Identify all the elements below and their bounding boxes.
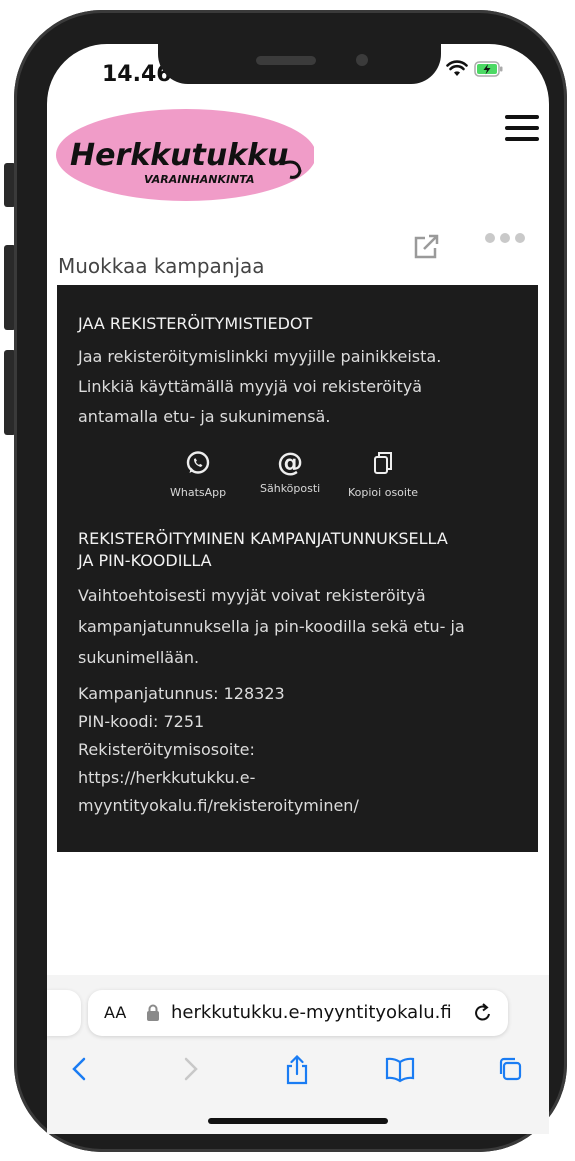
share-text-line-1: Jaa rekisteröitymislinkki myyjille paini… <box>78 347 442 366</box>
code-text-line-3: sukunimellään. <box>78 648 200 667</box>
bookmarks-icon[interactable] <box>385 1055 415 1083</box>
external-link-icon[interactable] <box>411 233 441 261</box>
previous-tab-pill[interactable] <box>47 990 81 1036</box>
reader-settings-button[interactable]: AA <box>104 1003 126 1022</box>
svg-text:Herkkutukku: Herkkutukku <box>70 138 288 173</box>
at-icon: @ <box>277 448 304 478</box>
code-text-line-2: kampanjatunnuksella ja pin-koodilla sekä… <box>78 617 465 636</box>
code-heading-line-2: JA PIN-KOODILLA <box>78 551 212 570</box>
logo-graphic: Herkkutukku VARAINHANKINTA <box>56 109 316 201</box>
speaker <box>256 56 316 65</box>
hamburger-menu-icon[interactable] <box>505 115 539 148</box>
share-text-line-2: Linkkiä käyttämällä myyjä voi rekisteröi… <box>78 377 423 396</box>
forward-icon[interactable] <box>180 1055 200 1083</box>
lock-icon <box>147 1004 159 1021</box>
email-label: Sähköposti <box>260 482 321 495</box>
more-options-icon[interactable] <box>485 233 525 243</box>
back-icon[interactable] <box>70 1055 90 1083</box>
svg-text:VARAINHANKINTA: VARAINHANKINTA <box>144 173 254 186</box>
url-text: herkkutukku.e-myyntityokalu.fi <box>171 1002 452 1023</box>
home-indicator <box>208 1118 388 1124</box>
share-text-line-3: antamalla etu- ja sukunimensä. <box>78 407 331 426</box>
copy-icon <box>374 452 393 474</box>
registration-url-line-1[interactable]: https://herkkutukku.e- <box>78 768 255 787</box>
copy-label: Kopioi osoite <box>348 486 419 499</box>
brand-logo[interactable]: Herkkutukku VARAINHANKINTA <box>56 105 316 207</box>
registration-address-label: Rekisteröitymisosoite: <box>78 740 255 759</box>
reload-icon[interactable] <box>473 1002 493 1024</box>
camera <box>356 54 368 66</box>
code-heading-line-1: REKISTERÖITYMINEN KAMPANJATUNNUKSELLA <box>78 529 448 548</box>
pin-code: PIN-koodi: 7251 <box>78 712 205 731</box>
whatsapp-label: WhatsApp <box>170 486 227 499</box>
notch <box>158 40 441 84</box>
share-icon[interactable] <box>284 1055 310 1085</box>
address-bar[interactable]: AA herkkutukku.e-myyntityokalu.fi <box>88 990 508 1036</box>
registration-url-line-2[interactable]: myyntityokalu.fi/rekisteroityminen/ <box>78 796 359 815</box>
whatsapp-icon <box>186 451 210 474</box>
registration-info-card: JAA REKISTERÖITYMISTIEDOT Jaa rekisteröi… <box>57 285 538 852</box>
whatsapp-share-button[interactable]: WhatsApp <box>170 450 226 499</box>
status-icons <box>446 60 504 78</box>
copy-address-button[interactable]: Kopioi osoite <box>348 450 418 499</box>
campaign-code: Kampanjatunnus: 128323 <box>78 684 285 703</box>
wifi-icon <box>446 60 468 76</box>
battery-charging-icon <box>474 61 503 77</box>
tabs-icon[interactable] <box>497 1055 523 1083</box>
email-share-button[interactable]: @ Sähköposti <box>260 450 320 495</box>
share-heading: JAA REKISTERÖITYMISTIEDOT <box>78 314 313 333</box>
code-text-line-1: Vaihtoehtoisesti myyjät voivat rekisterö… <box>78 586 426 605</box>
page-title: Muokkaa kampanjaa <box>58 254 265 278</box>
